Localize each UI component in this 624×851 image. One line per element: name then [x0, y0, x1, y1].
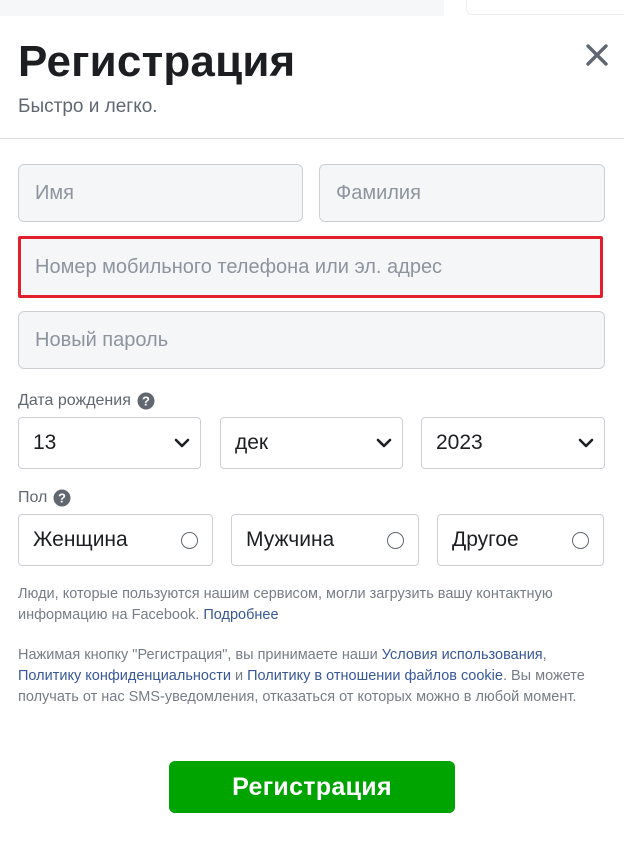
gender-option-male[interactable]: Мужчина	[231, 514, 419, 566]
gender-option-label: Женщина	[33, 528, 128, 551]
gender-option-other[interactable]: Другое	[437, 514, 604, 566]
learn-more-link[interactable]: Подробнее	[203, 607, 278, 623]
background-page-left	[0, 0, 444, 16]
birthday-year-value: 2023	[436, 431, 483, 454]
gender-option-label: Другое	[452, 528, 519, 551]
background-page-strip	[0, 0, 624, 18]
birthday-month-value: дек	[235, 431, 269, 454]
contact-input[interactable]	[18, 236, 603, 298]
terms-link[interactable]: Условия использования	[382, 647, 543, 663]
new-password-input[interactable]	[18, 311, 605, 369]
birthday-day-value: 13	[33, 431, 57, 454]
last-name-input[interactable]	[319, 164, 605, 222]
close-button[interactable]	[580, 38, 614, 72]
background-page-right	[466, 0, 624, 15]
svg-text:?: ?	[142, 394, 150, 409]
question-circle-icon[interactable]: ?	[53, 489, 71, 507]
signup-button[interactable]: Регистрация	[169, 761, 455, 813]
chevron-down-icon	[174, 438, 190, 448]
birthday-label: Дата рождения ?	[18, 392, 155, 410]
radio-circle-icon[interactable]	[572, 531, 589, 549]
terms-separator: ,	[542, 647, 547, 663]
privacy-link[interactable]: Политику конфиденциальности	[18, 668, 231, 684]
birthday-label-text: Дата рождения	[18, 392, 131, 409]
contact-upload-text: Люди, которые пользуются нашим сервисом,…	[18, 586, 553, 623]
radio-circle-icon[interactable]	[181, 531, 198, 549]
chevron-down-icon	[376, 438, 392, 448]
terms-and: и	[230, 668, 248, 684]
dialog-subtitle: Быстро и легко.	[18, 96, 158, 117]
radio-circle-icon[interactable]	[387, 531, 404, 549]
gender-label: Пол ?	[18, 489, 71, 507]
terms-note: Нажимая кнопку "Регистрация", вы принима…	[18, 645, 608, 708]
contact-upload-note: Люди, которые пользуются нашим сервисом,…	[18, 584, 608, 626]
birthday-year-select[interactable]: 2023	[421, 417, 605, 469]
cookies-link[interactable]: Политику в отношении файлов cookie	[247, 668, 503, 684]
chevron-down-icon	[578, 438, 594, 448]
gender-option-label: Мужчина	[246, 528, 335, 551]
gender-option-female[interactable]: Женщина	[18, 514, 213, 566]
terms-prefix: Нажимая кнопку "Регистрация", вы принима…	[18, 647, 382, 663]
gender-label-text: Пол	[18, 489, 48, 506]
close-icon	[586, 44, 608, 66]
birthday-day-select[interactable]: 13	[18, 417, 201, 469]
dialog-title: Регистрация	[18, 37, 296, 86]
question-circle-icon[interactable]: ?	[137, 392, 155, 410]
birthday-month-select[interactable]: дек	[220, 417, 403, 469]
first-name-input[interactable]	[18, 164, 303, 222]
header-divider	[0, 138, 624, 139]
svg-text:?: ?	[58, 491, 66, 506]
